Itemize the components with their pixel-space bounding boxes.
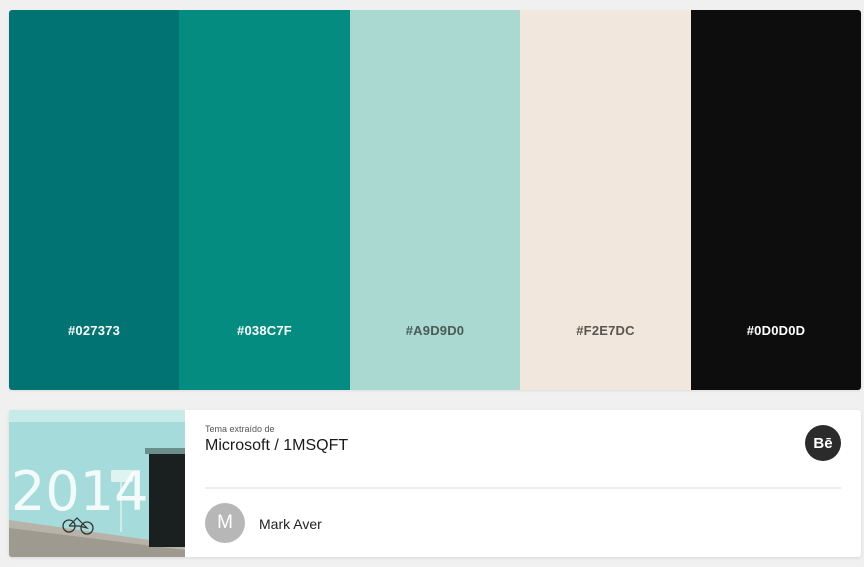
author-name-link[interactable]: Mark Aver [259, 516, 322, 532]
source-thumbnail[interactable]: 2014 [9, 410, 185, 557]
swatch-hex-label: #0D0D0D [746, 323, 806, 338]
swatch-hex-label: #F2E7DC [576, 323, 635, 338]
swatch-1[interactable]: #027373 [9, 10, 179, 390]
swatch-5[interactable]: #0D0D0D [691, 10, 861, 390]
thumbnail-image: 2014 [9, 410, 185, 557]
svg-text:2014: 2014 [11, 460, 148, 523]
source-card: 2014 Tema extraído de Microsoft / 1MSQFT… [9, 410, 861, 557]
swatch-hex-label: #027373 [67, 323, 120, 338]
avatar[interactable]: M [205, 503, 245, 543]
swatch-2[interactable]: #038C7F [179, 10, 350, 390]
swatch-hex-label: #A9D9D0 [405, 323, 465, 338]
divider [205, 487, 841, 489]
source-caption: Tema extraído de [205, 424, 275, 434]
behance-icon[interactable]: Bē [805, 425, 841, 461]
color-palette: #027373 #038C7F #A9D9D0 #F2E7DC #0D0D0D [9, 10, 861, 390]
swatch-4[interactable]: #F2E7DC [520, 10, 691, 390]
swatch-hex-label: #038C7F [237, 323, 292, 338]
source-title-link[interactable]: Microsoft / 1MSQFT [205, 437, 348, 455]
swatch-3[interactable]: #A9D9D0 [350, 10, 520, 390]
